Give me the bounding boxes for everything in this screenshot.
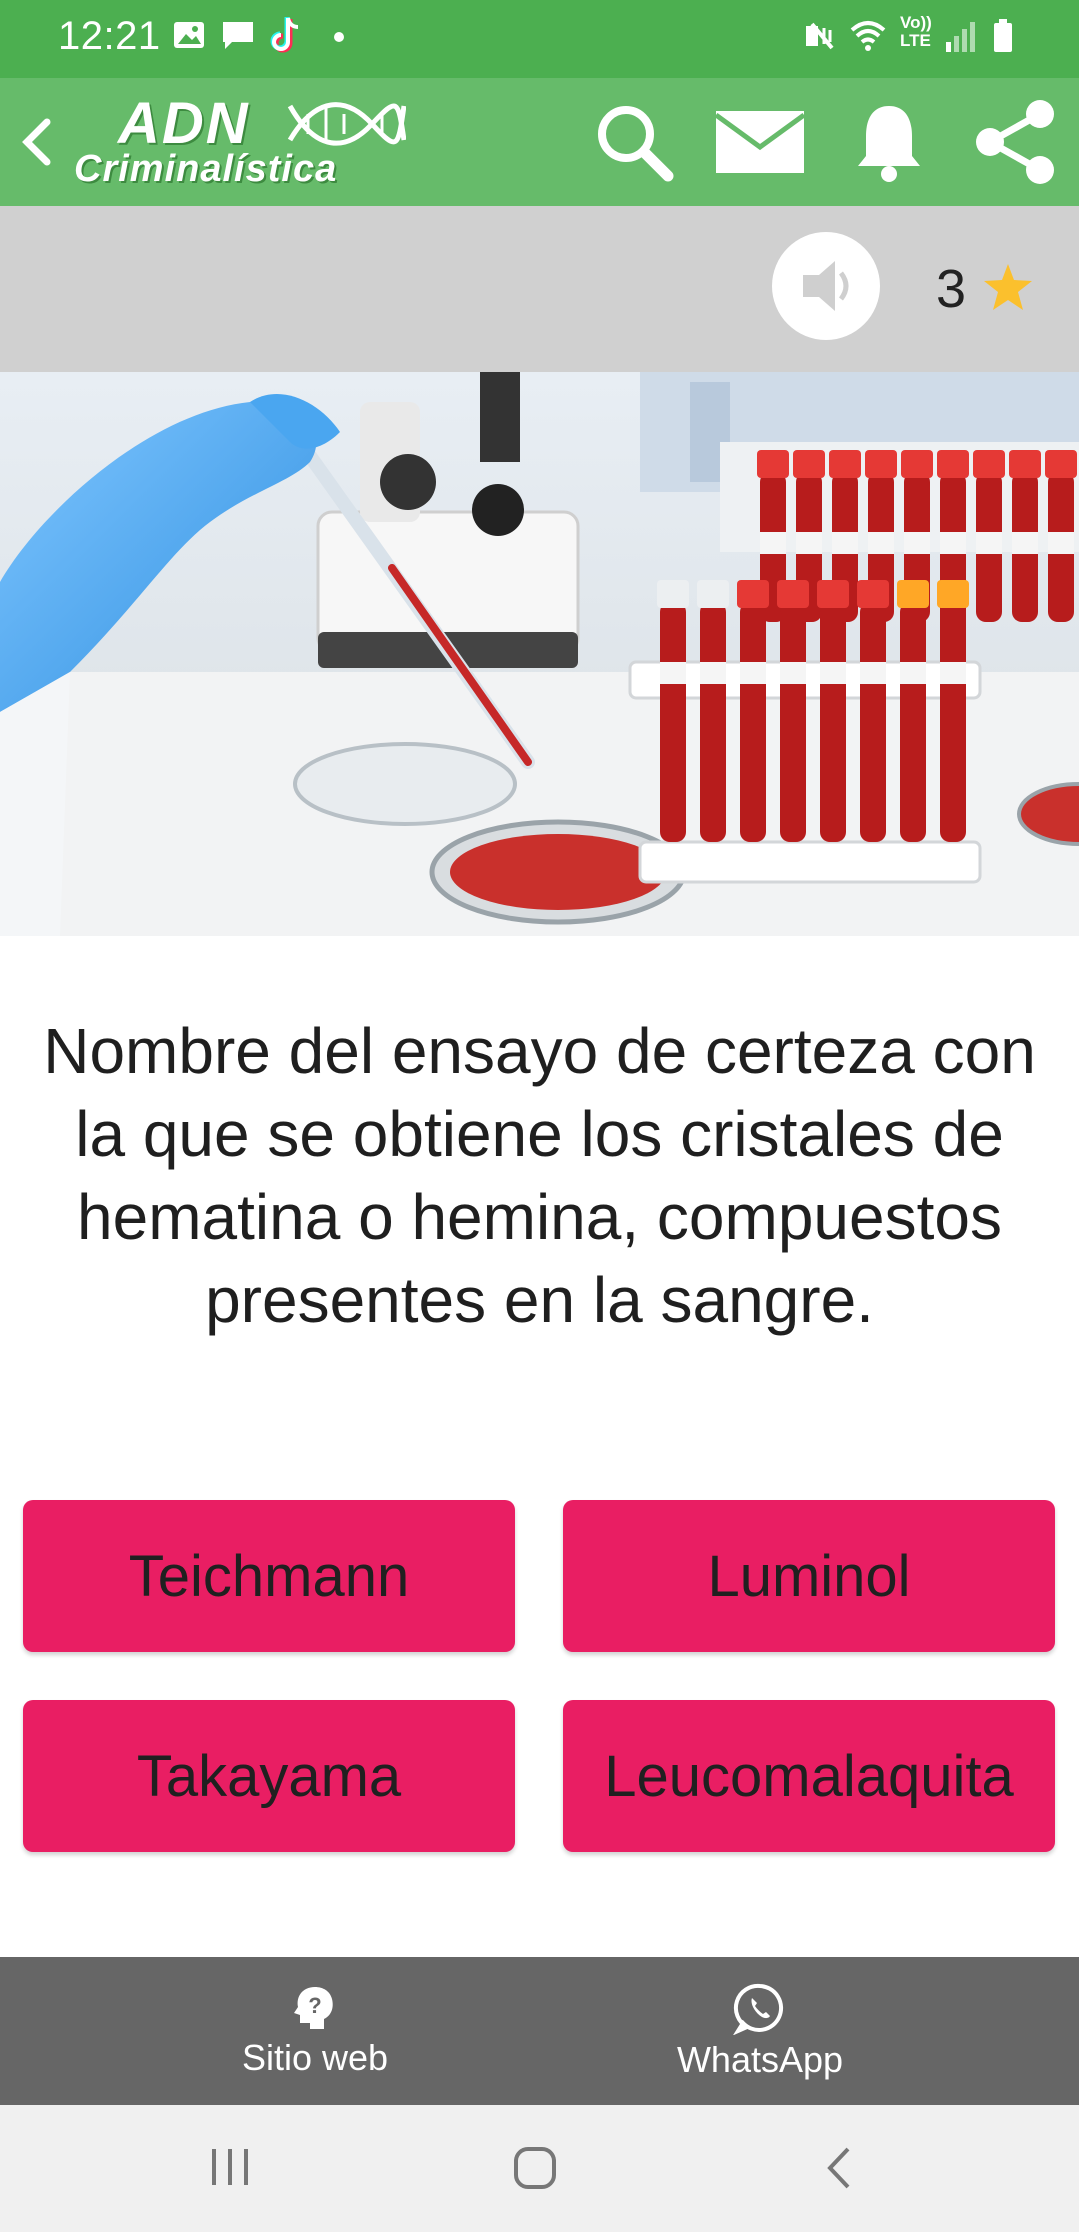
- wifi-icon: [850, 21, 886, 51]
- dot-icon: [334, 32, 344, 42]
- nav-label-whatsapp: WhatsApp: [676, 2039, 844, 2080]
- logo-subtitle: Criminalística: [74, 148, 338, 190]
- volte-label-top: Vo)): [900, 13, 932, 32]
- nav-item-website[interactable]: ? Sitio web: [200, 1957, 430, 2105]
- signal-icon: [946, 22, 975, 52]
- sound-button[interactable]: [772, 232, 880, 340]
- system-back-icon[interactable]: [820, 2145, 860, 2191]
- recents-icon[interactable]: [208, 2145, 252, 2189]
- answer-button-teichmann[interactable]: Teichmann: [23, 1500, 515, 1652]
- answer-button-takayama[interactable]: Takayama: [23, 1700, 515, 1852]
- score-strip: 3: [0, 206, 1079, 372]
- lab-image: [0, 372, 1079, 936]
- star-icon: [984, 264, 1032, 310]
- status-time: 12:21: [58, 14, 161, 58]
- svg-text:?: ?: [308, 1993, 321, 2018]
- whatsapp-icon: [733, 1983, 784, 2035]
- search-button[interactable]: [588, 78, 680, 206]
- bell-icon: [858, 106, 920, 182]
- gallery-icon: [174, 22, 204, 48]
- help-head-icon: ?: [294, 1987, 333, 2029]
- bottom-nav: ? Sitio web WhatsApp: [0, 1957, 1079, 2105]
- score-value: 3: [936, 259, 967, 319]
- volte-label-bottom: LTE: [900, 31, 931, 50]
- notifications-button[interactable]: [846, 78, 932, 206]
- nav-item-whatsapp[interactable]: WhatsApp: [640, 1957, 880, 2105]
- status-bar: 12:21 Vo)) LTE: [0, 0, 1079, 78]
- answer-button-luminol[interactable]: Luminol: [563, 1500, 1055, 1652]
- question-text: Nombre del ensayo de certeza con la que …: [43, 1015, 1036, 1336]
- tiktok-icon: [270, 17, 299, 53]
- chevron-left-icon: [22, 118, 51, 166]
- share-button[interactable]: [968, 78, 1064, 206]
- mute-icon: [806, 22, 834, 50]
- battery-icon: [994, 19, 1012, 52]
- search-icon: [598, 106, 674, 182]
- dna-icon: [287, 102, 406, 146]
- volte-icon: Vo)) LTE: [900, 14, 932, 50]
- answer-button-leucomalaquita[interactable]: Leucomalaquita: [563, 1700, 1055, 1852]
- home-icon[interactable]: [512, 2145, 558, 2191]
- back-button[interactable]: [6, 78, 66, 206]
- mail-button[interactable]: [712, 78, 808, 206]
- share-icon: [976, 100, 1054, 184]
- message-icon: [223, 22, 253, 49]
- nav-label-website: Sitio web: [241, 2037, 389, 2078]
- mail-icon: [714, 111, 806, 173]
- logo-title: ADN: [118, 91, 250, 156]
- speaker-icon: [803, 261, 849, 311]
- app-logo: ADN Criminalística: [74, 90, 424, 198]
- system-nav: [0, 2105, 1079, 2232]
- app-bar: ADN Criminalística: [0, 78, 1079, 206]
